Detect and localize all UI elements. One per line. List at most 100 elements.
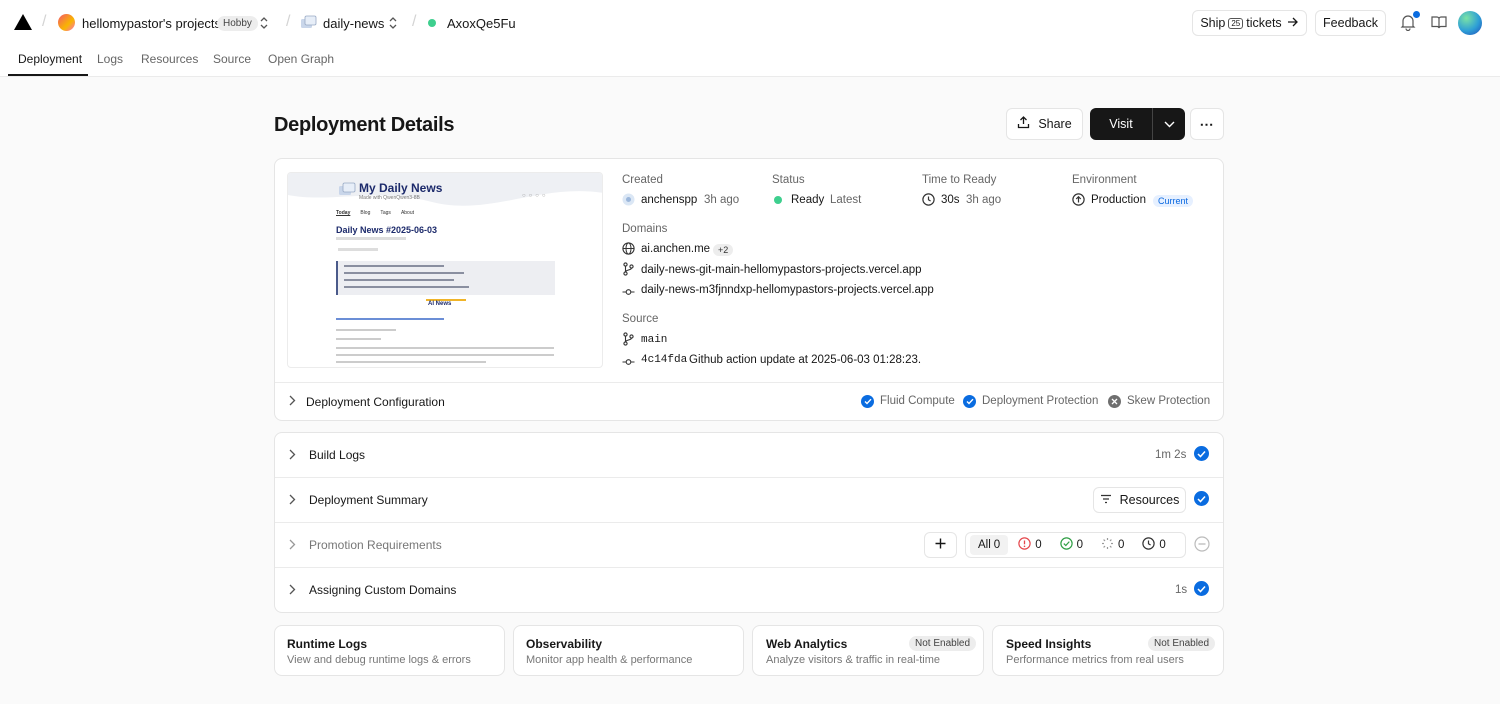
domain-link-primary[interactable]: ai.anchen.me bbox=[641, 243, 710, 255]
chevron-right-icon bbox=[289, 538, 296, 553]
preview-site-subtitle: Made with QwenQwen3-8B bbox=[359, 195, 420, 201]
web-analytics-status-badge: Not Enabled bbox=[909, 636, 977, 651]
team-avatar[interactable] bbox=[58, 14, 75, 31]
tab-open-graph[interactable]: Open Graph bbox=[268, 52, 334, 66]
filter-pending[interactable]: 0 bbox=[1101, 537, 1124, 553]
team-name[interactable]: hellomypastor's projects bbox=[82, 16, 221, 31]
web-analytics-desc: Analyze visitors & traffic in real-time bbox=[766, 654, 941, 666]
promotion-requirements-title: Promotion Requirements bbox=[309, 538, 442, 552]
time-to-ready-value: 30s bbox=[941, 194, 960, 206]
tab-deployment[interactable]: Deployment bbox=[18, 52, 82, 66]
ship-tickets-button[interactable]: Ship 25 tickets bbox=[1192, 10, 1307, 36]
filter-all-count: 0 bbox=[993, 539, 1001, 551]
git-commit-icon bbox=[622, 355, 635, 370]
filter-all[interactable]: All 0 bbox=[970, 535, 1009, 555]
project-switcher-icon[interactable] bbox=[387, 16, 399, 33]
filter-waiting[interactable]: 0 bbox=[1142, 537, 1166, 553]
deployment-summary-row[interactable]: Deployment Summary bbox=[275, 478, 1223, 522]
team-switcher-icon[interactable] bbox=[258, 16, 270, 33]
runtime-logs-card[interactable]: Runtime Logs View and debug runtime logs… bbox=[274, 625, 505, 676]
fluid-compute-label: Fluid Compute bbox=[880, 395, 955, 407]
user-avatar[interactable] bbox=[1458, 11, 1482, 35]
domain-link-git-branch[interactable]: daily-news-git-main-hellomypastors-proje… bbox=[641, 264, 922, 276]
filter-waiting-count: 0 bbox=[1159, 539, 1166, 551]
environment-label: Environment bbox=[1072, 174, 1137, 186]
filter-passed-count: 0 bbox=[1076, 539, 1083, 551]
commit-message: Github action update at 2025-06-03 01:28… bbox=[689, 354, 922, 366]
ellipsis-icon: ⋯ bbox=[1199, 115, 1215, 132]
share-button[interactable]: Share bbox=[1006, 108, 1083, 140]
share-label: Share bbox=[1038, 117, 1072, 131]
git-commit-icon bbox=[622, 285, 635, 300]
chevron-right-icon bbox=[289, 448, 296, 463]
preview-nav-today: Today bbox=[336, 210, 351, 216]
commit-hash[interactable]: 4c14fda bbox=[641, 354, 687, 366]
runtime-logs-title: Runtime Logs bbox=[287, 637, 367, 651]
domains-assign-time: 1s bbox=[1175, 584, 1188, 596]
skew-protection-x-icon bbox=[1108, 395, 1121, 408]
add-requirement-button[interactable] bbox=[924, 532, 957, 558]
environment-value: Production bbox=[1091, 194, 1146, 206]
deployment-preview-screenshot[interactable]: My Daily News Made with QwenQwen3-8B ○○○… bbox=[287, 172, 603, 368]
deployment-protection-label: Deployment Protection bbox=[982, 395, 1099, 407]
git-branch-icon bbox=[622, 332, 635, 349]
chevron-right-icon bbox=[289, 493, 296, 508]
deployment-id[interactable]: AxoxQe5Fu bbox=[447, 16, 516, 31]
top-bar: / hellomypastor's projects Hobby / daily… bbox=[0, 0, 1500, 46]
notification-dot bbox=[1413, 11, 1420, 18]
current-badge: Current bbox=[1153, 195, 1194, 207]
visit-dropdown-chevron-icon[interactable] bbox=[1153, 121, 1185, 128]
tickets-label: tickets bbox=[1246, 16, 1282, 30]
source-branch[interactable]: main bbox=[641, 334, 667, 346]
share-upload-icon bbox=[1017, 116, 1030, 132]
domains-label: Domains bbox=[622, 223, 668, 235]
visit-button[interactable]: Visit bbox=[1090, 117, 1152, 131]
production-arrow-up-icon bbox=[1072, 193, 1085, 209]
feedback-button[interactable]: Feedback bbox=[1315, 10, 1386, 36]
created-time: 3h ago bbox=[704, 194, 740, 206]
tab-logs[interactable]: Logs bbox=[97, 52, 123, 66]
resources-button[interactable]: Resources bbox=[1093, 487, 1186, 513]
assigning-custom-domains-row[interactable]: Assigning Custom Domains bbox=[275, 568, 1223, 612]
deployment-configuration-title: Deployment Configuration bbox=[306, 394, 445, 409]
git-branch-icon bbox=[622, 262, 635, 279]
build-logs-row[interactable]: Build Logs bbox=[275, 433, 1223, 477]
filter-errors-count: 0 bbox=[1035, 539, 1042, 551]
status-tag: Latest bbox=[830, 194, 862, 206]
web-analytics-title: Web Analytics bbox=[766, 637, 848, 651]
filter-errors[interactable]: 0 bbox=[1018, 537, 1042, 553]
deployment-summary-title: Deployment Summary bbox=[309, 493, 428, 507]
preview-site-icons: ○○○○ bbox=[522, 193, 549, 199]
ready-status-dot bbox=[428, 19, 436, 27]
tab-source[interactable]: Source bbox=[213, 52, 251, 66]
filter-all-label: All bbox=[978, 539, 991, 551]
filter-pending-count: 0 bbox=[1118, 539, 1125, 551]
more-domains-badge[interactable]: +2 bbox=[713, 244, 734, 256]
preview-headline: Daily News #2025-06-03 bbox=[336, 225, 438, 235]
vercel-logo-icon[interactable] bbox=[14, 14, 32, 30]
tab-bar: Deployment Logs Resources Source Open Gr… bbox=[0, 46, 1500, 77]
observability-card[interactable]: Observability Monitor app health & perfo… bbox=[513, 625, 744, 676]
observability-title: Observability bbox=[526, 637, 603, 651]
clock-icon bbox=[1142, 537, 1156, 553]
build-logs-check-icon bbox=[1194, 446, 1209, 461]
plan-badge: Hobby bbox=[217, 16, 258, 31]
domain-link-deployment[interactable]: daily-news-m3fjnndxp-hellomypastors-proj… bbox=[641, 284, 934, 296]
more-options-button[interactable]: ⋯ bbox=[1190, 108, 1224, 140]
filter-lines-icon bbox=[1100, 493, 1112, 507]
deployment-protection-check-icon bbox=[963, 395, 976, 408]
docs-book-icon[interactable] bbox=[1431, 15, 1447, 33]
created-user[interactable]: anchenspp bbox=[641, 194, 697, 206]
tab-resources[interactable]: Resources bbox=[141, 52, 198, 66]
creator-avatar-icon[interactable] bbox=[622, 193, 635, 209]
assigning-custom-domains-title: Assigning Custom Domains bbox=[309, 583, 457, 597]
preview-site-icon bbox=[338, 182, 356, 201]
web-analytics-card[interactable]: Web Analytics Not Enabled Analyze visito… bbox=[752, 625, 984, 676]
project-name[interactable]: daily-news bbox=[323, 16, 384, 31]
speed-insights-card[interactable]: Speed Insights Not Enabled Performance m… bbox=[992, 625, 1224, 676]
speed-insights-title: Speed Insights bbox=[1006, 637, 1092, 651]
deployment-summary-check-icon bbox=[1194, 491, 1209, 506]
fluid-compute-check-icon bbox=[861, 395, 874, 408]
breadcrumb-separator: / bbox=[286, 13, 291, 30]
filter-passed[interactable]: 0 bbox=[1059, 537, 1083, 553]
